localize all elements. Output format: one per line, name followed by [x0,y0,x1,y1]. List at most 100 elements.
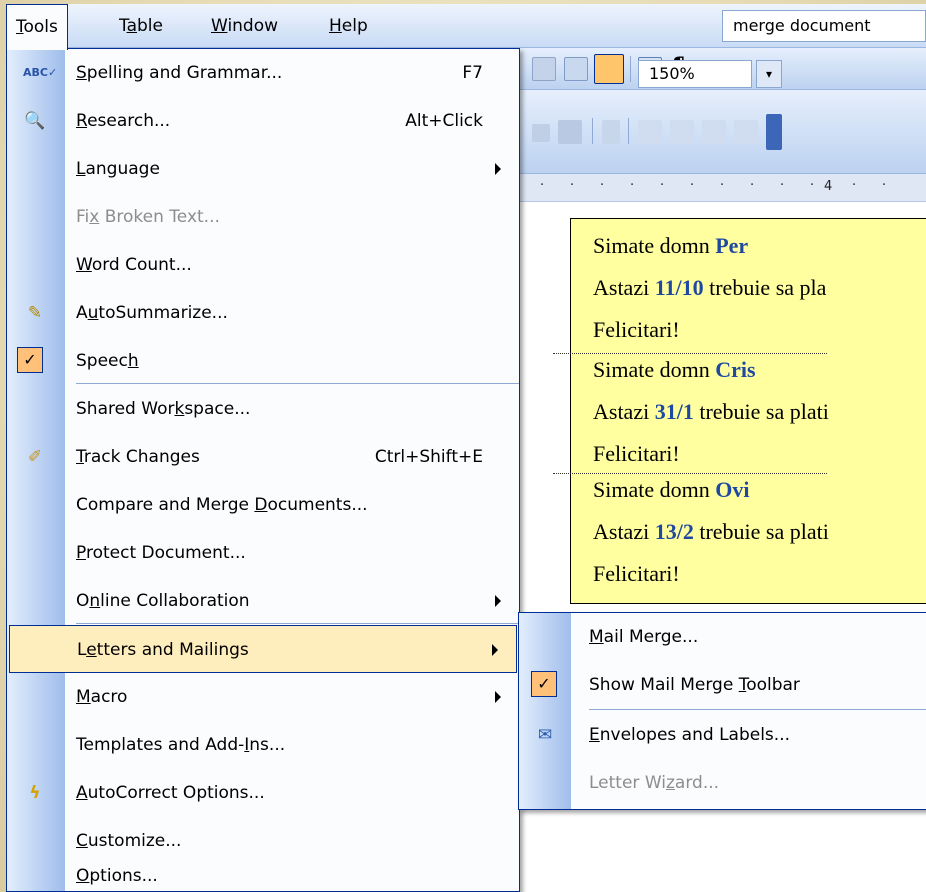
merge-to-document-icon[interactable] [638,120,662,144]
autocorrect-icon: ϟ [29,783,41,803]
menu-item-options[interactable]: Options... [7,861,519,891]
menu-separator [589,709,926,710]
menu-table-label-post: ble [137,16,163,36]
track-changes-icon: ✐ [27,447,43,467]
menu-help[interactable]: Help [320,4,377,48]
menu-item-letters-and-mailings[interactable]: Letters and Mailings [9,625,517,673]
submenu-arrow-icon [492,644,498,656]
menu-tools[interactable]: Tools [6,4,68,50]
menu-item-track-changes[interactable]: ✐ Track Changes Ctrl+Shift+E [7,433,519,481]
menu-item-templates-and-add-ins[interactable]: Templates and Add-Ins... [7,721,519,769]
menu-item-mail-merge[interactable]: Mail Merge... [519,613,926,661]
shortcut-label: Alt+Click [405,111,483,131]
merge-record-icon[interactable] [558,120,582,144]
menu-table-label-pre: T [119,16,127,36]
menu-help-accel: H [329,16,342,36]
zoom-select[interactable]: 150% [638,60,752,88]
menu-tools-label-post: ools [23,17,58,37]
word-window: Tools Table Window Help merge document ¶… [6,4,926,892]
ruler-dot: · [720,178,725,193]
record-separator [553,353,827,354]
record-3-body: Astazi 13/2 trebuie sa plati [593,519,829,544]
record-3-date-field: 13/2 [654,519,694,544]
record-1-date-field: 11/10 [654,275,704,300]
menu-separator [76,383,519,384]
menu-separator [76,623,519,624]
research-icon: 🔍 [24,111,46,131]
menu-item-envelopes-and-labels[interactable]: ✉ Envelopes and Labels... [519,711,926,759]
menu-item-macro[interactable]: Macro [7,673,519,721]
ruler-dot: · [882,178,887,193]
drawing-icon[interactable] [594,54,624,84]
ruler-number: 4 [824,179,833,194]
menu-item-spelling-and-grammar[interactable]: ABC✓ Spelling and Grammar... F7 [7,49,519,97]
merge-to-fax-icon[interactable] [734,120,758,144]
record-3-closing: Felicitari! [593,561,680,586]
record-1-name-field: Per [715,233,749,258]
menu-item-customize[interactable]: Customize... [7,817,519,865]
menu-item-letter-wizard[interactable]: Letter Wizard... [519,759,926,807]
merge-to-email-icon[interactable] [702,120,726,144]
menu-window-label-post: indow [227,16,279,36]
spelling-icon: ABC✓ [23,66,58,79]
toolbar-separator [630,56,631,82]
merged-document[interactable]: Simate domn Per Astazi 11/10 trebuie sa … [553,218,926,604]
ruler-dot: · [750,178,755,193]
record-separator [553,473,827,474]
tools-menu: ABC✓ Spelling and Grammar... F7 🔍 Resear… [6,48,520,892]
menu-item-show-mail-merge-toolbar[interactable]: ✓ Show Mail Merge Toolbar [519,661,926,709]
merge-nav-icon[interactable] [532,124,550,142]
ruler-dot: · [852,178,857,193]
insert-excel-icon[interactable] [564,57,588,81]
submenu-arrow-icon [495,691,501,703]
mail-merge-toolbar [518,90,926,174]
menu-table[interactable]: Table [110,4,172,48]
shortcut-label: F7 [462,63,483,83]
menu-item-online-collaboration[interactable]: Online Collaboration [7,577,519,625]
zoom-dropdown-arrow-icon[interactable]: ▾ [756,60,782,88]
ruler-dot: · [600,178,605,193]
merge-find-icon[interactable] [602,120,620,144]
menu-item-speech[interactable]: ✓ Speech [7,337,519,385]
checkmark-icon: ✓ [531,671,557,697]
merge-to-printer-icon[interactable] [670,120,694,144]
shortcut-label: Ctrl+Shift+E [374,447,483,467]
help-search-input[interactable]: merge document [722,10,926,42]
toolbar-separator [628,118,629,144]
menu-item-fix-broken-text[interactable]: Fix Broken Text... [7,193,519,241]
ruler-dot: · [660,178,665,193]
ruler-dot: · [810,178,815,193]
menu-window-accel: W [211,16,228,36]
letters-and-mailings-submenu: Mail Merge... ✓ Show Mail Merge Toolbar … [518,612,926,810]
submenu-arrow-icon [495,163,501,175]
toolbar-options-icon[interactable] [766,114,782,150]
ruler-dot: · [540,178,545,193]
ruler-dot: · [570,178,575,193]
menu-tools-accel: T [16,17,24,37]
checkmark-icon: ✓ [17,347,43,373]
insert-table-icon[interactable] [532,57,556,81]
record-2-date-field: 31/1 [654,399,694,424]
envelope-icon: ✉ [537,725,553,745]
record-1-greeting: Simate domn Per [593,233,749,258]
menu-item-autosummarize[interactable]: ✎ AutoSummarize... [7,289,519,337]
menu-item-compare-and-merge[interactable]: Compare and Merge Documents... [7,481,519,529]
submenu-arrow-icon [495,595,501,607]
record-3-name-field: Ovi [715,477,750,502]
menu-item-shared-workspace[interactable]: Shared Workspace... [7,385,519,433]
menu-item-research[interactable]: 🔍 Research... Alt+Click [7,97,519,145]
record-3-greeting: Simate domn Ovi [593,477,750,502]
menu-item-language[interactable]: Language [7,145,519,193]
menu-item-protect-document[interactable]: Protect Document... [7,529,519,577]
record-2-greeting: Simate domn Cris [593,357,756,382]
menu-help-label-post: elp [341,16,368,36]
ruler-dot: · [690,178,695,193]
horizontal-ruler[interactable]: · · · · · · · · · · 4 · · [518,174,926,202]
record-2-name-field: Cris [715,357,756,382]
menu-window[interactable]: Window [202,4,287,48]
record-1-body: Astazi 11/10 trebuie sa pla [593,275,827,300]
menu-item-autocorrect-options[interactable]: ϟ AutoCorrect Options... [7,769,519,817]
ruler-dot: · [630,178,635,193]
menu-item-word-count[interactable]: Word Count... [7,241,519,289]
ruler-dot: · [780,178,785,193]
